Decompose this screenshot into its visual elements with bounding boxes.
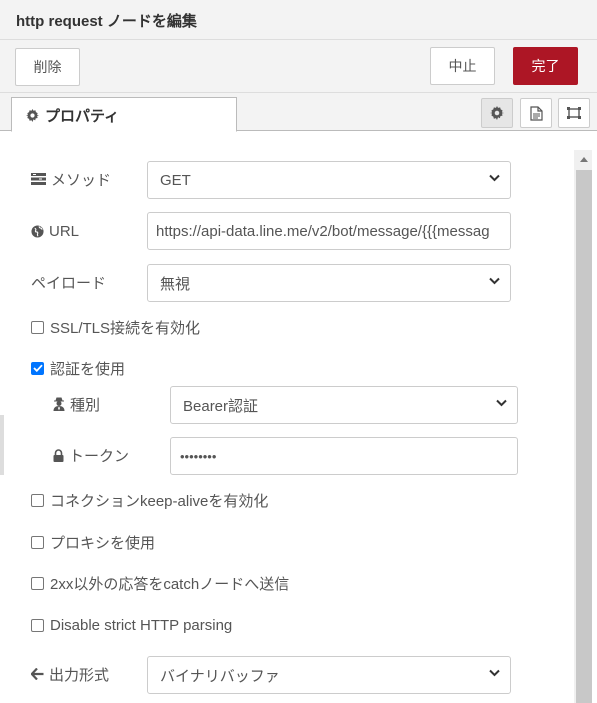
token-input[interactable]: •••••••• (170, 437, 518, 475)
tab-appearance-button[interactable] (558, 98, 590, 128)
tab-settings-button[interactable] (481, 98, 513, 128)
keepalive-option[interactable]: コネクションkeep-aliveを有効化 (31, 490, 268, 510)
strict-parsing-checkbox[interactable] (31, 618, 44, 632)
tab-bar: プロパティ (0, 93, 597, 132)
globe-icon (31, 224, 44, 238)
ssl-checkbox[interactable] (31, 320, 44, 334)
auth-type-label: 種別 (53, 394, 100, 414)
catch2xx-checkbox[interactable] (31, 576, 44, 590)
chevron-down-icon (489, 669, 500, 677)
auth-type-select[interactable]: Bearer認証 (170, 386, 518, 424)
done-button[interactable]: 完了 (513, 47, 578, 85)
auth-checkbox[interactable] (31, 361, 44, 375)
method-label: メソッド (31, 169, 111, 189)
proxy-option[interactable]: プロキシを使用 (31, 532, 155, 552)
chevron-down-icon (489, 174, 500, 182)
chevron-down-icon (496, 399, 507, 407)
scroll-up-arrow-icon[interactable] (576, 151, 592, 167)
chevron-down-icon (489, 277, 500, 285)
output-select[interactable]: バイナリバッファ (147, 656, 511, 694)
cancel-button[interactable]: 中止 (430, 47, 495, 85)
auth-option[interactable]: 認証を使用 (31, 358, 125, 378)
payload-select[interactable]: 無視 (147, 264, 511, 302)
dialog-toolbar: 削除 中止 完了 (0, 40, 597, 93)
url-input[interactable]: https://api-data.line.me/v2/bot/message/… (147, 212, 511, 250)
ssl-option[interactable]: SSL/TLS接続を有効化 (31, 317, 200, 337)
tab-description-button[interactable] (520, 98, 552, 128)
user-secret-icon (53, 397, 65, 411)
frame-icon (566, 106, 582, 120)
resize-handle[interactable] (0, 415, 4, 475)
strict-parsing-option[interactable]: Disable strict HTTP parsing (31, 615, 232, 635)
document-icon (529, 105, 543, 121)
gear-icon (26, 109, 39, 122)
output-label: 出力形式 (31, 664, 109, 684)
keepalive-checkbox[interactable] (31, 493, 44, 507)
catch2xx-option[interactable]: 2xx以外の応答をcatchノードへ送信 (31, 573, 289, 593)
tab-properties-label: プロパティ (45, 108, 120, 125)
method-select[interactable]: GET (147, 161, 511, 199)
tasks-icon (31, 173, 46, 185)
delete-button[interactable]: 削除 (15, 48, 80, 86)
lock-icon (53, 448, 64, 462)
gear-icon (490, 106, 504, 120)
tab-properties[interactable]: プロパティ (11, 97, 237, 132)
arrow-left-icon (31, 668, 44, 680)
dialog-title: http request ノードを編集 (0, 0, 597, 40)
payload-label: ペイロード (31, 274, 107, 292)
proxy-checkbox[interactable] (31, 535, 44, 549)
scrollbar-thumb[interactable] (576, 170, 592, 703)
token-label: トークン (53, 445, 129, 465)
url-label: URL (31, 221, 79, 241)
